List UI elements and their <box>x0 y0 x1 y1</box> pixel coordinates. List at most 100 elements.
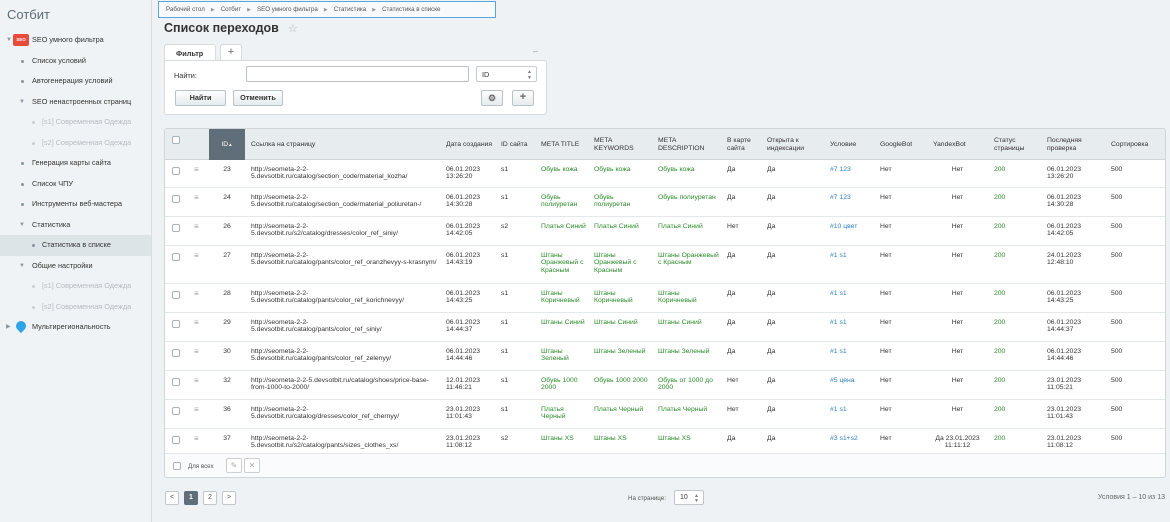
table-row[interactable]: ≡ 36 http://seometa-2-2-5.devsotbit.ru/cat… <box>165 400 1165 429</box>
table-row[interactable]: ≡ 30 http://seometa-2-2-5.devsotbit.ru/cat… <box>165 342 1165 371</box>
chevron-down-icon[interactable]: ▼ <box>19 92 25 113</box>
chevron-down-icon[interactable]: ▼ <box>19 256 25 277</box>
star-icon[interactable]: ☆ <box>288 22 298 35</box>
select-all-header-checkbox[interactable] <box>172 136 180 144</box>
column-header[interactable]: META DESCRIPTION <box>652 129 721 160</box>
cell-condition[interactable]: #5 цена <box>830 377 872 384</box>
sidebar-item[interactable]: ▼ Статистика <box>0 215 151 236</box>
row-menu-icon[interactable]: ≡ <box>194 290 199 298</box>
cell-condition[interactable]: #1 s1 <box>830 348 872 355</box>
row-checkbox[interactable] <box>172 407 180 415</box>
table-row[interactable]: ≡ 32 http://seometa-2-2-5.devsotbit.ru/cat… <box>165 371 1165 400</box>
row-menu-icon[interactable]: ≡ <box>194 319 199 327</box>
gear-icon[interactable]: ⚙ <box>481 90 503 106</box>
sidebar-item[interactable]: [s1] Современная Одежда <box>0 112 151 133</box>
add-button[interactable]: + <box>512 90 534 106</box>
column-header[interactable]: Условие <box>824 129 874 160</box>
column-header[interactable]: META KEYWORDS <box>588 129 652 160</box>
table-row[interactable]: ≡ 26 http://seometa-2-2-5.devsotbit.ru/s2/… <box>165 217 1165 246</box>
column-header[interactable]: ID сайта <box>495 129 535 160</box>
cell-condition[interactable]: #3 s1+s2 <box>830 435 872 442</box>
row-menu-icon[interactable]: ≡ <box>194 194 199 202</box>
table-row[interactable]: ≡ 24 http://seometa-2-2-5.devsotbit.ru/cat… <box>165 188 1165 217</box>
column-header[interactable]: Ссылка на страницу <box>245 129 440 160</box>
column-header[interactable]: GoogleBot <box>874 129 927 160</box>
delete-icon[interactable]: ✕ <box>244 458 260 473</box>
breadcrumb-item[interactable]: Статистика в списке <box>382 6 440 13</box>
per-page-select[interactable]: 10 ▲ ▼ <box>674 490 704 505</box>
row-menu-icon[interactable]: ≡ <box>194 166 199 174</box>
row-checkbox[interactable] <box>172 224 180 232</box>
cancel-button[interactable]: Отменить <box>233 90 283 106</box>
column-header[interactable]: META TITLE <box>535 129 588 160</box>
row-menu-icon[interactable]: ≡ <box>194 435 199 443</box>
cell-checked: 06.01.2023 13:26:20 <box>1047 166 1082 181</box>
row-checkbox[interactable] <box>172 195 180 203</box>
row-checkbox[interactable] <box>172 167 180 175</box>
table-row[interactable]: ≡ 23 http://seometa-2-2-5.devsotbit.ru/cat… <box>165 160 1165 188</box>
sidebar-item[interactable]: Генерация карты сайта <box>0 153 151 174</box>
breadcrumb-item[interactable]: Статистика <box>334 6 367 13</box>
chevron-down-icon[interactable]: ▼ <box>19 215 25 236</box>
row-checkbox[interactable] <box>172 320 180 328</box>
add-filter-tab-button[interactable]: + <box>220 44 242 60</box>
column-header[interactable]: Статус страницы <box>988 129 1041 160</box>
cell-condition[interactable]: #1 s1 <box>830 406 872 413</box>
minimize-filter-button[interactable]: – <box>533 46 538 56</box>
row-checkbox[interactable] <box>172 378 180 386</box>
page-2-button[interactable]: 2 <box>203 491 217 505</box>
cell-condition[interactable]: #7 123 <box>830 166 872 173</box>
column-header[interactable]: Открыта к индексации <box>761 129 824 160</box>
table-row[interactable]: ≡ 29 http://seometa-2-2-5.devsotbit.ru/cat… <box>165 313 1165 342</box>
sidebar-item[interactable]: Список условий <box>0 51 151 72</box>
column-header[interactable]: Дата создания <box>440 129 495 160</box>
sidebar-item[interactable]: [s2] Современная Одежда <box>0 297 151 318</box>
find-button[interactable]: Найти <box>175 90 226 106</box>
edit-icon[interactable]: ✎ <box>226 458 242 473</box>
row-checkbox[interactable] <box>172 253 180 261</box>
column-header[interactable]: Сортировка <box>1105 129 1165 160</box>
row-checkbox[interactable] <box>172 291 180 299</box>
sidebar-item[interactable]: ▼ SEO ненастроенных страниц <box>0 92 151 113</box>
chevron-right-icon[interactable]: ▶ <box>6 317 11 338</box>
search-input[interactable] <box>246 66 469 82</box>
cell-condition[interactable]: #1 s1 <box>830 290 872 297</box>
breadcrumb-item[interactable]: Сотбит <box>221 6 241 13</box>
sidebar-item[interactable]: Инструменты веб-мастера <box>0 194 151 215</box>
sidebar-item[interactable]: ▼ Общие настройки <box>0 256 151 277</box>
column-header[interactable]: В карте сайта <box>721 129 761 160</box>
table-row[interactable]: ≡ 27 http://seometa-2-2-5.devsotbit.ru/cat… <box>165 246 1165 284</box>
row-menu-icon[interactable]: ≡ <box>194 223 199 231</box>
breadcrumb-item[interactable]: SEO умного фильтра <box>257 6 318 13</box>
sidebar-item[interactable]: ▼ SEO SEO умного фильтра <box>0 30 151 51</box>
search-field-select[interactable]: ID ▲ ▼ <box>476 66 537 82</box>
column-header[interactable] <box>165 129 188 160</box>
cell-condition[interactable]: #10 цвет <box>830 223 872 230</box>
table-row[interactable]: ≡ 28 http://seometa-2-2-5.devsotbit.ru/cat… <box>165 284 1165 313</box>
prev-page-button[interactable]: < <box>165 491 179 505</box>
page-1-button[interactable]: 1 <box>184 491 198 505</box>
row-menu-icon[interactable]: ≡ <box>194 348 199 356</box>
sidebar-item[interactable]: [s1] Современная Одежда <box>0 276 151 297</box>
next-page-button[interactable]: > <box>222 491 236 505</box>
column-header[interactable]: Последняя проверка <box>1041 129 1105 160</box>
sidebar-item[interactable]: Список ЧПУ <box>0 174 151 195</box>
row-menu-icon[interactable]: ≡ <box>194 252 199 260</box>
select-all-checkbox[interactable] <box>173 462 181 470</box>
row-checkbox[interactable] <box>172 436 180 444</box>
cell-condition[interactable]: #1 s1 <box>830 252 872 259</box>
cell-condition[interactable]: #1 s1 <box>830 319 872 326</box>
row-menu-icon[interactable]: ≡ <box>194 377 199 385</box>
row-menu-icon[interactable]: ≡ <box>194 406 199 414</box>
sidebar-item[interactable]: Статистика в списке <box>0 235 151 256</box>
column-header[interactable]: ID ▲ <box>209 129 245 160</box>
row-checkbox[interactable] <box>172 349 180 357</box>
column-header[interactable]: YandexBot <box>927 129 988 160</box>
sidebar-item[interactable]: Автогенерация условий <box>0 71 151 92</box>
sidebar-item[interactable]: ▶ Мультирегиональность <box>0 317 151 338</box>
breadcrumb-item[interactable]: Рабочий стол <box>166 6 205 13</box>
chevron-down-icon[interactable]: ▼ <box>6 30 12 51</box>
tab-filter[interactable]: Фильтр <box>164 44 216 60</box>
cell-condition[interactable]: #7 123 <box>830 194 872 201</box>
sidebar-item[interactable]: [s2] Современная Одежда <box>0 133 151 154</box>
